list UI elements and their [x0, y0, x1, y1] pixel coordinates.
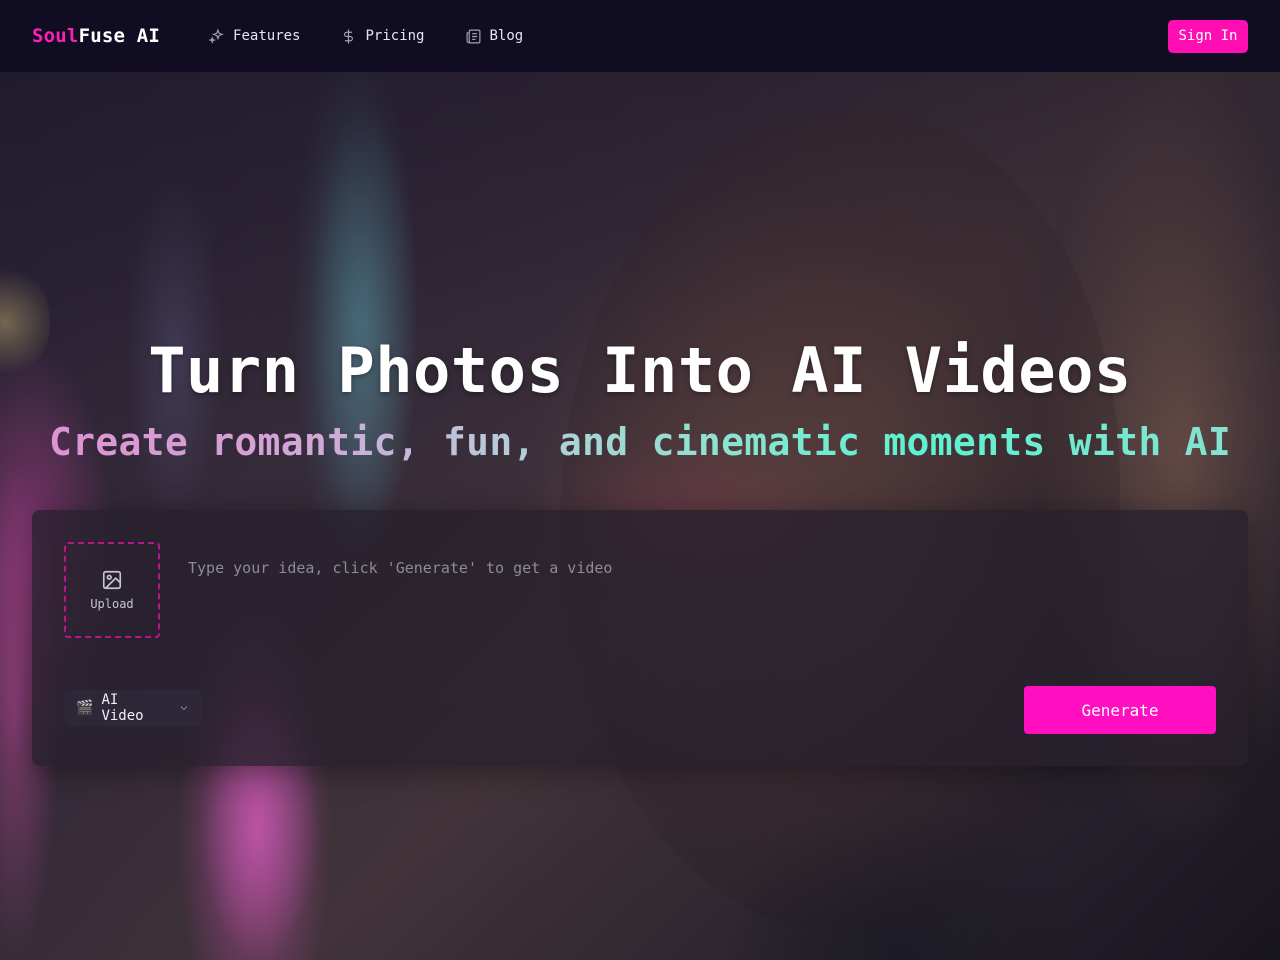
brand-logo[interactable]: SoulFuse AI [32, 25, 160, 47]
prompt-panel: Upload 🎬 AI Video Generate [32, 510, 1248, 766]
mode-dropdown-label: AI Video [101, 692, 144, 724]
sign-in-button[interactable]: Sign In [1168, 19, 1248, 53]
newspaper-icon [466, 29, 480, 43]
generate-button[interactable]: Generate [1024, 686, 1216, 734]
hero-subtitle: Create romantic, fun, and cinematic mome… [0, 420, 1280, 464]
prompt-input[interactable] [188, 554, 1208, 582]
nav-item-pricing-label: Pricing [365, 28, 425, 44]
upload-label: Upload [90, 597, 134, 611]
chevron-down-icon [180, 706, 188, 711]
sparkles-icon [208, 27, 224, 44]
nav-item-features[interactable]: Features [208, 27, 301, 45]
upload-image-button[interactable]: Upload [64, 542, 160, 638]
brand-logo-rest: Fuse AI [78, 25, 161, 47]
clapperboard-icon: 🎬 [76, 700, 94, 716]
nav-links: Features Pricing Blog [208, 27, 524, 45]
nav-item-features-label: Features [233, 28, 301, 44]
dollar-icon [344, 28, 354, 44]
top-navbar: SoulFuse AI Features Pricing Blog Sign I… [0, 0, 1280, 72]
mode-dropdown[interactable]: 🎬 AI Video [64, 690, 202, 726]
brand-logo-soul: Soul [32, 25, 79, 47]
nav-item-blog[interactable]: Blog [465, 28, 524, 45]
image-icon [102, 570, 122, 590]
nav-item-blog-label: Blog [489, 28, 524, 44]
nav-item-pricing[interactable]: Pricing [340, 28, 425, 45]
hero-title: Turn Photos Into AI Videos [148, 334, 1132, 407]
